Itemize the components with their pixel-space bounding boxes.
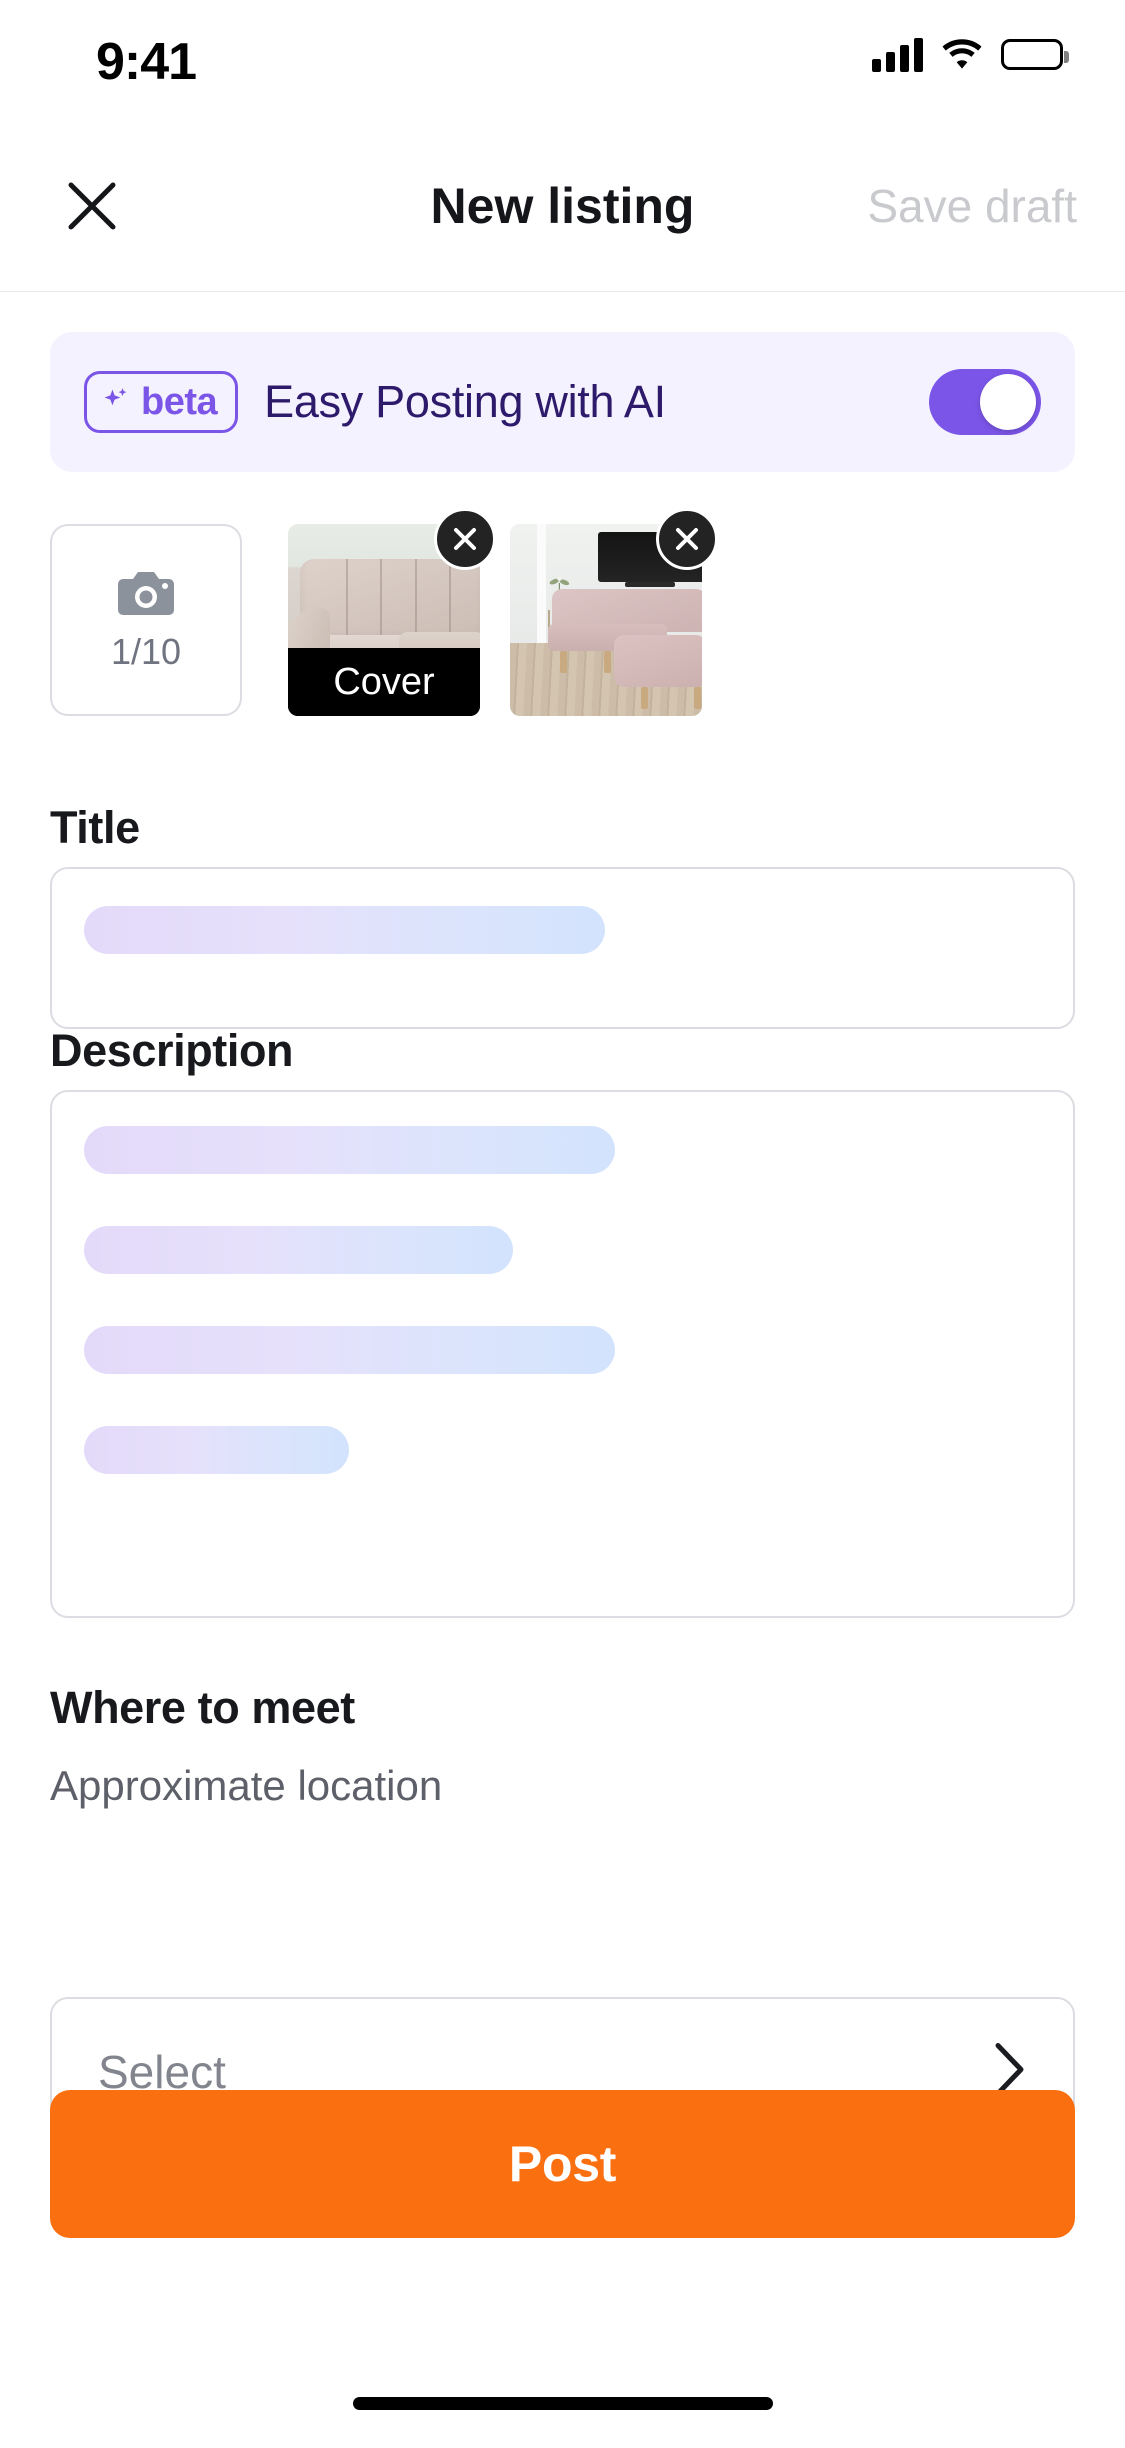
location-sublabel: Approximate location <box>50 1762 443 1809</box>
close-icon <box>68 182 116 229</box>
cover-badge: Cover <box>288 648 480 716</box>
title-skeleton-line <box>84 906 605 954</box>
battery-full-icon <box>1001 38 1069 70</box>
title-label: Title <box>50 802 140 853</box>
camera-icon <box>118 572 174 615</box>
add-photo-button[interactable]: 1/10 <box>50 524 242 716</box>
sparkle-icon <box>104 388 127 406</box>
description-skeleton-line <box>84 1126 615 1174</box>
description-skeleton-line <box>84 1426 350 1474</box>
description-skeleton-line <box>84 1326 615 1374</box>
home-indicator <box>352 2397 773 2410</box>
photo-thumbnail-2[interactable] <box>510 508 718 716</box>
cellular-signal-icon <box>872 36 923 72</box>
description-input[interactable] <box>50 1090 1075 1618</box>
close-circle-icon <box>454 528 476 550</box>
wifi-icon <box>941 37 983 71</box>
remove-photo-button-2[interactable] <box>656 508 718 570</box>
close-button[interactable] <box>56 170 128 242</box>
easy-posting-ai-banner[interactable]: beta Easy Posting with AI <box>50 332 1075 472</box>
toggle-knob <box>980 374 1036 430</box>
remove-photo-button-1[interactable] <box>434 508 496 570</box>
status-time: 9:41 <box>96 33 197 91</box>
page-title: New listing <box>430 177 695 234</box>
beta-badge: beta <box>84 371 239 433</box>
app-header: New listing Save draft <box>0 120 1125 292</box>
title-input[interactable] <box>50 867 1075 1029</box>
description-label: Description <box>50 1025 294 1076</box>
easy-posting-ai-toggle[interactable] <box>929 369 1041 435</box>
save-draft-button[interactable]: Save draft <box>867 179 1077 233</box>
ai-banner-label: Easy Posting with AI <box>264 376 666 427</box>
description-skeleton-line <box>84 1226 513 1274</box>
status-bar: 9:41 <box>0 0 1125 120</box>
post-button[interactable]: Post <box>50 2090 1075 2238</box>
status-indicators <box>872 36 1069 72</box>
photo-count-label: 1/10 <box>110 631 182 672</box>
beta-badge-label: beta <box>141 380 218 423</box>
close-circle-icon <box>676 528 698 550</box>
location-label: Where to meet <box>50 1682 355 1733</box>
photo-thumbnail-1[interactable]: Cover <box>288 508 496 716</box>
